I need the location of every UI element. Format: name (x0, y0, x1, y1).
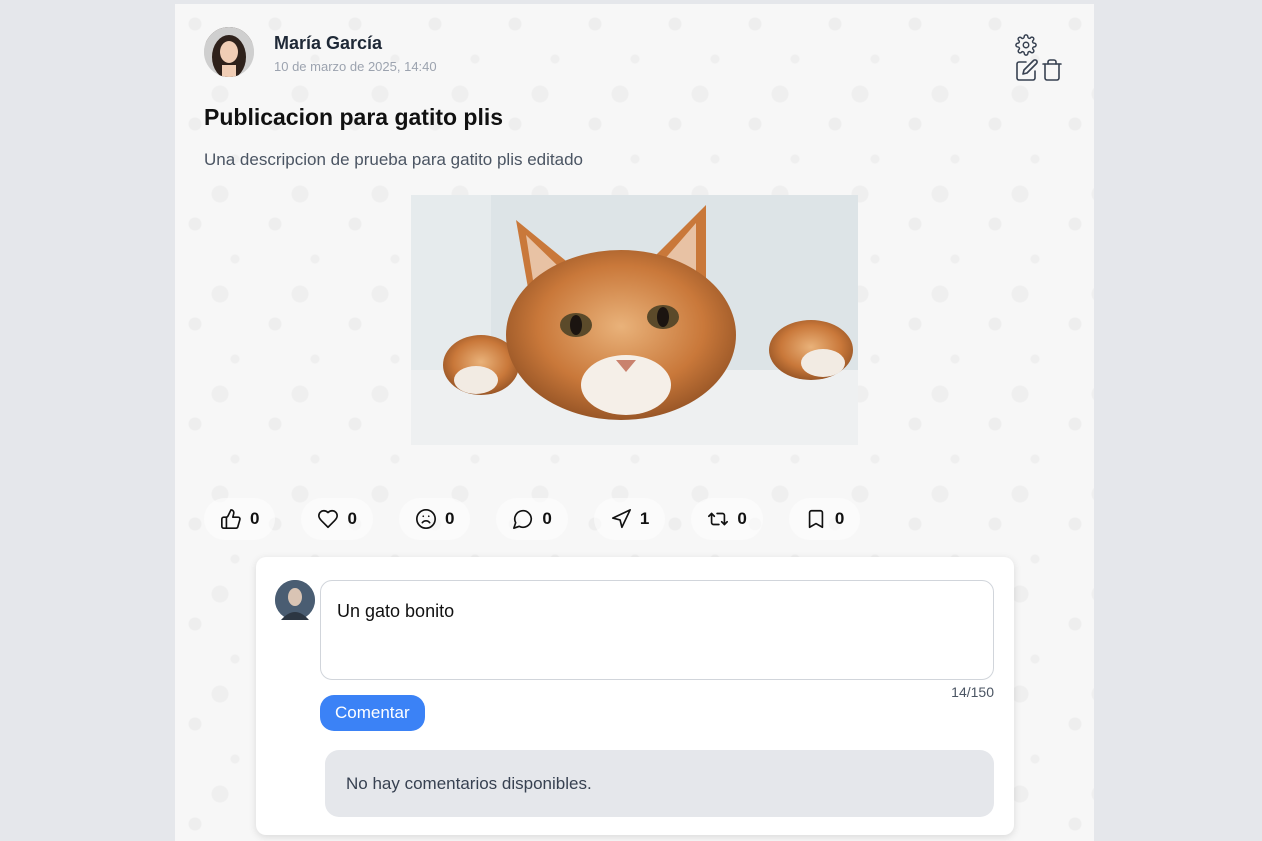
send-icon (611, 509, 631, 529)
repost-count: 0 (737, 509, 747, 528)
repost-button[interactable]: 0 (691, 498, 763, 540)
edit-icon[interactable] (1015, 58, 1039, 82)
author-name[interactable]: María García (274, 33, 382, 54)
frown-icon (415, 509, 436, 529)
gear-icon[interactable] (1015, 34, 1037, 56)
bookmark-icon (808, 509, 824, 529)
love-button[interactable]: 0 (301, 498, 373, 540)
trash-icon[interactable] (1040, 58, 1064, 82)
comments-section: Un gato bonito 14/150 Comentar No hay co… (256, 557, 1014, 835)
repeat-icon (708, 512, 729, 526)
reaction-bar: 0 0 0 0 1 0 0 (204, 498, 886, 540)
heart-icon (318, 509, 339, 529)
save-button[interactable]: 0 (788, 498, 861, 540)
submit-comment-button[interactable]: Comentar (320, 695, 425, 731)
author-avatar[interactable] (204, 27, 254, 77)
post-date: 10 de marzo de 2025, 14:40 (274, 59, 437, 74)
like-count: 0 (250, 509, 260, 528)
message-circle-icon (513, 509, 533, 529)
comment-button[interactable]: 0 (496, 498, 568, 540)
love-count: 0 (347, 509, 357, 528)
post-title: Publicacion para gatito plis (204, 104, 504, 130)
current-user-avatar (275, 580, 315, 620)
save-count: 0 (834, 509, 845, 528)
like-button[interactable]: 0 (204, 498, 276, 540)
post-image[interactable] (411, 195, 858, 445)
share-count: 1 (639, 509, 650, 528)
sad-button[interactable]: 0 (398, 498, 471, 540)
sad-count: 0 (444, 509, 455, 528)
post-description: Una descripcion de prueba para gatito pl… (204, 150, 583, 169)
char-counter: 14/150 (951, 684, 994, 700)
post-card: María García 10 de marzo de 2025, 14:40 … (175, 4, 1094, 841)
comment-input[interactable]: Un gato bonito (320, 580, 994, 680)
share-button[interactable]: 1 (593, 498, 666, 540)
thumbs-up-icon (221, 509, 241, 529)
empty-comments-message: No hay comentarios disponibles. (325, 750, 994, 817)
comment-count: 0 (542, 509, 552, 528)
